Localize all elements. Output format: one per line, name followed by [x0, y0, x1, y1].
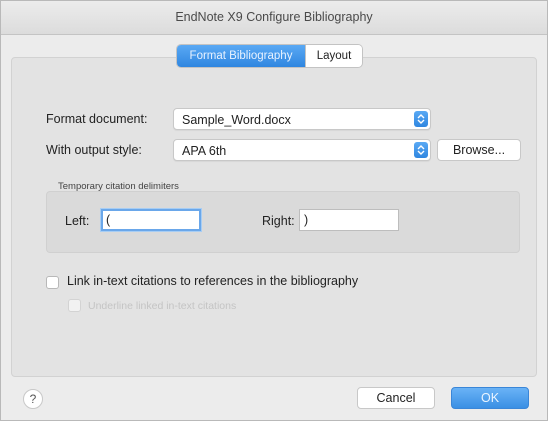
tab-format-bibliography[interactable]: Format Bibliography: [177, 45, 305, 67]
citation-delimiters-title: Temporary citation delimiters: [58, 181, 179, 192]
ok-button[interactable]: OK: [451, 387, 529, 409]
configure-bibliography-dialog: EndNote X9 Configure Bibliography Format…: [0, 0, 548, 421]
underline-citations-checkbox: [68, 299, 81, 312]
format-document-label: Format document:: [46, 112, 148, 126]
tab-bar: Format Bibliography Layout: [177, 45, 362, 67]
right-delimiter-field[interactable]: ): [299, 209, 399, 231]
left-delimiter-field[interactable]: (: [101, 209, 201, 231]
browse-button[interactable]: Browse...: [437, 139, 521, 161]
format-document-value: Sample_Word.docx: [182, 113, 291, 127]
cancel-button[interactable]: Cancel: [357, 387, 435, 409]
output-style-value: APA 6th: [182, 144, 227, 158]
format-document-popup[interactable]: Sample_Word.docx: [173, 108, 431, 130]
right-delimiter-label: Right:: [262, 214, 295, 228]
window-title: EndNote X9 Configure Bibliography: [1, 1, 547, 35]
underline-citations-label: Underline linked in-text citations: [88, 300, 237, 312]
popup-stepper-icon: [414, 142, 428, 158]
link-citations-label: Link in-text citations to references in …: [67, 274, 359, 288]
link-citations-checkbox[interactable]: [46, 276, 59, 289]
output-style-label: With output style:: [46, 143, 142, 157]
left-delimiter-label: Left:: [65, 214, 90, 228]
output-style-popup[interactable]: APA 6th: [173, 139, 431, 161]
help-button[interactable]: ?: [23, 389, 43, 409]
tab-layout[interactable]: Layout: [305, 45, 362, 67]
popup-stepper-icon: [414, 111, 428, 127]
